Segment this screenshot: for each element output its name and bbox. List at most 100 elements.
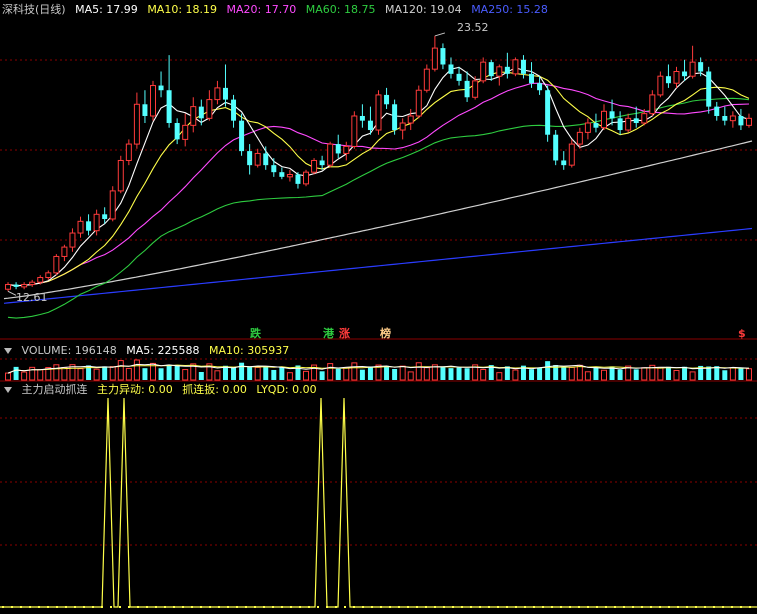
event-badge-dollar[interactable]: $	[737, 327, 747, 340]
signal-baseline-dot	[695, 606, 697, 608]
volume-bar-up	[29, 366, 36, 381]
candle-body-down	[448, 64, 454, 74]
volume-bar-down	[359, 369, 365, 380]
volume-bar-up	[303, 370, 310, 381]
volume-bar-down	[166, 364, 172, 380]
volume-ma10-label: MA10: 305937	[208, 344, 290, 357]
volume-bar-down	[722, 370, 728, 380]
candle-body-down	[231, 99, 237, 121]
candle-body-down	[738, 115, 744, 126]
signal-baseline-dot	[119, 606, 121, 608]
candle-body-up	[745, 117, 752, 126]
event-badge-hk[interactable]: 港	[322, 327, 335, 340]
signal-baseline-dot	[83, 606, 85, 608]
volume-bar-up	[657, 366, 664, 381]
signal-baseline-dot	[146, 606, 148, 608]
signal-baseline-dot	[641, 606, 643, 608]
volume-bar-up	[214, 370, 221, 381]
volume-bar-up	[351, 362, 358, 381]
signal-baseline-dot	[317, 606, 319, 608]
volume-bar-down	[384, 365, 390, 380]
volume-collapse-icon[interactable]	[4, 348, 12, 354]
signal3-label: LYQD: 0.00	[256, 383, 317, 396]
candle-body-down	[392, 104, 398, 131]
volume-bar-up	[375, 364, 382, 381]
candle-body-down	[166, 90, 172, 124]
volume-bar-up	[149, 362, 156, 381]
signal-baseline-dot	[749, 606, 751, 608]
signal-baseline-dot	[452, 606, 454, 608]
candle-body-up	[117, 159, 124, 192]
volume-bar-up	[125, 367, 132, 381]
candle-body-down	[263, 153, 269, 166]
candle-body-up	[689, 61, 696, 77]
candle-body-up	[423, 68, 430, 91]
volume-bar-up	[311, 364, 318, 381]
candle-body-down	[488, 62, 494, 77]
volume-bar-up	[601, 369, 608, 381]
candle-body-down	[247, 151, 253, 166]
candle-body-down	[545, 90, 551, 135]
signal-baseline-dot	[713, 606, 715, 608]
signal-baseline-dot	[533, 606, 535, 608]
candle-body-down	[13, 284, 19, 287]
signal-baseline-dot	[407, 606, 409, 608]
signal-baseline-dot	[479, 606, 481, 608]
candle-body-up	[149, 85, 156, 117]
volume-bar-up	[77, 368, 84, 381]
volume-bar-up	[673, 370, 680, 381]
signal-baseline-dot	[578, 606, 580, 608]
event-badge-drop[interactable]: 跌	[249, 327, 262, 340]
event-badge-rank[interactable]: 榜	[379, 327, 392, 340]
volume-bar-down	[440, 367, 446, 380]
volume-bar-up	[61, 367, 68, 381]
signal-baseline-dot	[614, 606, 616, 608]
indicator-name[interactable]: 主力启动抓连	[22, 383, 88, 396]
candle-body-down	[504, 66, 510, 74]
candle-body-up	[190, 106, 197, 126]
volume-bar-up	[423, 367, 430, 381]
candle-body-up	[351, 115, 358, 147]
signal-baseline-dot	[128, 606, 130, 608]
volume-bar-down	[367, 366, 373, 380]
candle-body-down	[335, 144, 341, 154]
volume-bar-down	[529, 369, 535, 380]
volume-bar-up	[206, 363, 213, 381]
volume-bar-down	[545, 361, 551, 380]
signal-baseline-dot	[560, 606, 562, 608]
candle-body-down	[633, 118, 639, 124]
signal-baseline-dot	[308, 606, 310, 608]
volume-bar-down	[738, 367, 744, 380]
volume-bar-down	[319, 371, 325, 380]
signal-baseline-dot	[281, 606, 283, 608]
signal-baseline-dot	[272, 606, 274, 608]
volume-bar-up	[431, 364, 438, 381]
event-badge-rise[interactable]: 涨	[338, 327, 351, 340]
signal-baseline-dot	[605, 606, 607, 608]
signal-baseline-dot	[524, 606, 526, 608]
volume-bar-up	[568, 366, 575, 381]
volume-bar-up	[45, 367, 52, 381]
volume-bar-up	[69, 364, 76, 381]
volume-bar-up	[109, 366, 116, 381]
signal-baseline-dot	[164, 606, 166, 608]
volume-bar-down	[222, 365, 228, 380]
candle-body-down	[682, 71, 688, 77]
candle-body-down	[239, 120, 245, 152]
signal-baseline-dot	[245, 606, 247, 608]
signal-baseline-dot	[290, 606, 292, 608]
volume-bar-down	[198, 371, 204, 380]
volume-ma5-line	[7, 363, 750, 374]
signal-baseline-dot	[668, 606, 670, 608]
candle-body-up	[729, 115, 736, 122]
signal-baseline-dot	[389, 606, 391, 608]
price-chart[interactable]	[0, 0, 757, 340]
volume-bar-down	[231, 367, 237, 380]
high-marker-line	[434, 32, 446, 37]
indicator-collapse-icon[interactable]	[4, 387, 12, 393]
candle-body-down	[384, 94, 390, 105]
volume-bar-down	[448, 368, 454, 380]
volume-bar-down	[593, 366, 599, 380]
candle-body-down	[142, 104, 148, 116]
volume-bar-down	[271, 369, 277, 380]
